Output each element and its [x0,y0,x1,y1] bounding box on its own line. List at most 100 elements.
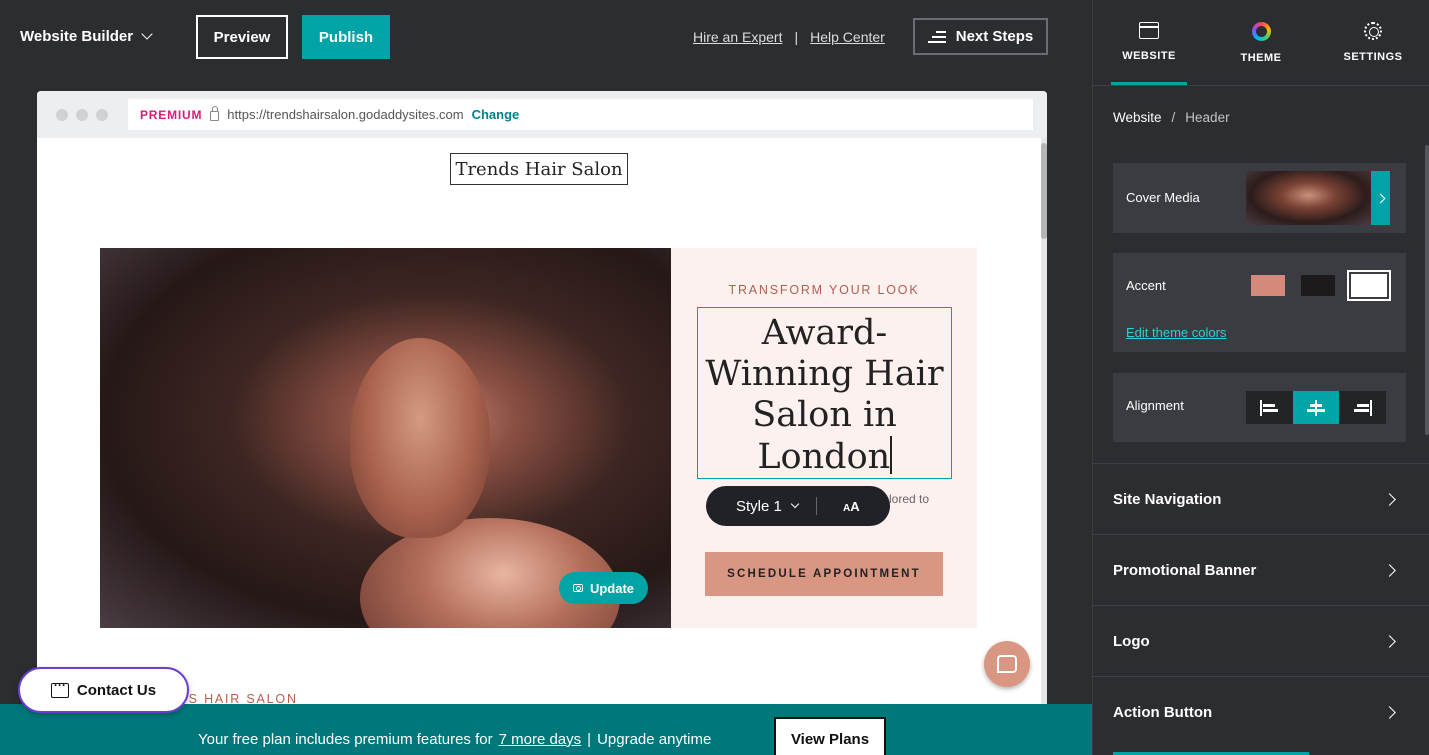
headline-line: Winning Hair [705,354,944,394]
align-right-button[interactable] [1339,391,1386,424]
align-left-icon [1260,399,1279,416]
lock-icon [210,106,220,121]
nav-row-label: Action Button [1113,704,1213,721]
gear-icon [1364,22,1382,40]
align-left-button[interactable] [1246,391,1293,424]
banner-separator: | [587,731,592,748]
tab-label: WEBSITE [1122,50,1176,62]
nav-row-logo[interactable]: Logo [1093,605,1429,676]
schedule-appointment-button[interactable]: SCHEDULE APPOINTMENT [705,552,943,596]
text-style-toolbar: Style 1 AA [706,486,890,526]
headline-line: London [757,437,891,477]
align-center-button[interactable] [1292,391,1340,424]
align-center-icon [1307,399,1325,416]
nav-row-label: Site Navigation [1113,491,1222,508]
text-caret [890,436,892,474]
breadcrumb-current: Header [1185,110,1230,125]
accent-swatch-white[interactable] [1347,270,1391,301]
hero-headline-editor[interactable]: Award- Winning Hair Salon in London [697,307,952,479]
banner-text-after: Upgrade anytime [597,731,712,748]
panel-tabs: WEBSITE THEME SETTINGS [1093,0,1429,86]
theme-icon [1251,22,1271,41]
cover-media-card[interactable]: Cover Media [1113,163,1406,233]
accent-card: Accent Edit theme colors [1113,253,1406,352]
panel-scroll-thumb[interactable] [1425,145,1429,435]
more-days-link[interactable]: 7 more days [499,731,582,748]
accent-swatch-black[interactable] [1301,275,1335,296]
nav-row-site-navigation[interactable]: Site Navigation [1093,463,1429,534]
tab-settings[interactable]: SETTINGS [1317,0,1429,85]
checklist-icon [927,30,946,44]
nav-row-action-button[interactable]: Action Button [1093,676,1429,747]
site-url: https://trendshairsalon.godaddysites.com [227,107,464,122]
style-selector[interactable]: Style 1 [706,498,816,515]
tab-website[interactable]: WEBSITE [1093,0,1205,85]
window-dot [56,109,68,121]
tab-theme[interactable]: THEME [1205,0,1317,85]
hire-expert-link[interactable]: Hire an Expert [693,29,782,45]
text-size-icon[interactable]: AA [817,499,860,514]
view-plans-button[interactable]: View Plans [774,717,886,755]
cover-media-open-button[interactable] [1371,171,1390,225]
nav-row-label: Promotional Banner [1113,562,1257,579]
browser-chrome: PREMIUM https://trendshairsalon.godaddys… [37,91,1047,138]
style-selector-value: Style 1 [736,497,782,515]
change-domain-link[interactable]: Change [472,107,520,122]
image-face [350,338,490,538]
accent-swatch-salmon[interactable] [1251,275,1285,296]
website-builder-menu[interactable]: Website Builder [20,28,153,45]
top-bar: Website Builder Preview Publish Hire an … [0,0,1092,75]
chevron-right-icon [1383,635,1396,648]
edit-theme-colors-link[interactable]: Edit theme colors [1126,325,1226,340]
align-right-icon [1353,399,1372,416]
site-logo[interactable]: Trends Hair Salon [450,153,628,185]
headline-line: Salon in [752,395,897,435]
publish-button[interactable]: Publish [302,15,390,59]
alignment-card: Alignment [1113,373,1406,442]
website-icon [1139,22,1159,39]
hero-cover-image[interactable] [100,248,671,628]
cover-media-label: Cover Media [1126,190,1200,205]
chevron-right-icon [1375,193,1386,203]
premium-badge: PREMIUM [140,107,203,122]
next-steps-label: Next Steps [955,28,1034,45]
hero-subtext[interactable]: lored to [889,492,929,506]
chevron-right-icon [1383,706,1396,719]
message-icon [50,678,69,698]
chat-icon [997,655,1017,673]
headline-line-last: London [698,436,951,478]
window-dot [76,109,88,121]
contact-us-label: Contact Us [76,681,157,699]
url-bar: PREMIUM https://trendshairsalon.godaddys… [128,99,1033,130]
help-center-link[interactable]: Help Center [810,29,885,45]
chat-bubble-button[interactable] [984,641,1030,687]
hero-eyebrow[interactable]: TRANSFORM YOUR LOOK [671,283,977,297]
update-label: Update [589,580,635,596]
update-image-button[interactable]: Update [559,572,648,604]
builder-label: Website Builder [20,28,134,45]
banner-message: Your free plan includes premium features… [198,731,711,748]
preview-button[interactable]: Preview [196,15,288,59]
breadcrumb: Website / Header [1113,110,1230,125]
editor-side-panel: WEBSITE THEME SETTINGS Website / Header … [1092,0,1429,755]
preview-scroll-thumb[interactable] [1041,143,1047,239]
headline-line: Award- [761,313,888,353]
site-preview-frame: PREMIUM https://trendshairsalon.godaddys… [37,91,1047,755]
tab-label: THEME [1240,52,1282,64]
chevron-down-icon [141,28,153,40]
contact-us-button[interactable]: Contact Us [18,667,189,713]
cover-media-thumbnail[interactable] [1246,171,1371,225]
next-steps-button[interactable]: Next Steps [913,18,1048,55]
alignment-toggle-group [1246,391,1386,424]
nav-row-promotional-banner[interactable]: Promotional Banner [1093,534,1429,605]
nav-row-label: Logo [1113,633,1150,650]
accent-label: Accent [1126,278,1166,293]
camera-icon [572,584,583,592]
chevron-right-icon [1383,493,1396,506]
hero-text-panel: TRANSFORM YOUR LOOK Award- Winning Hair … [671,248,977,628]
chevron-right-icon [1383,564,1396,577]
banner-text-before: Your free plan includes premium features… [198,731,493,748]
breadcrumb-separator: / [1171,110,1176,125]
window-dot [96,109,108,121]
breadcrumb-root[interactable]: Website [1113,110,1162,125]
